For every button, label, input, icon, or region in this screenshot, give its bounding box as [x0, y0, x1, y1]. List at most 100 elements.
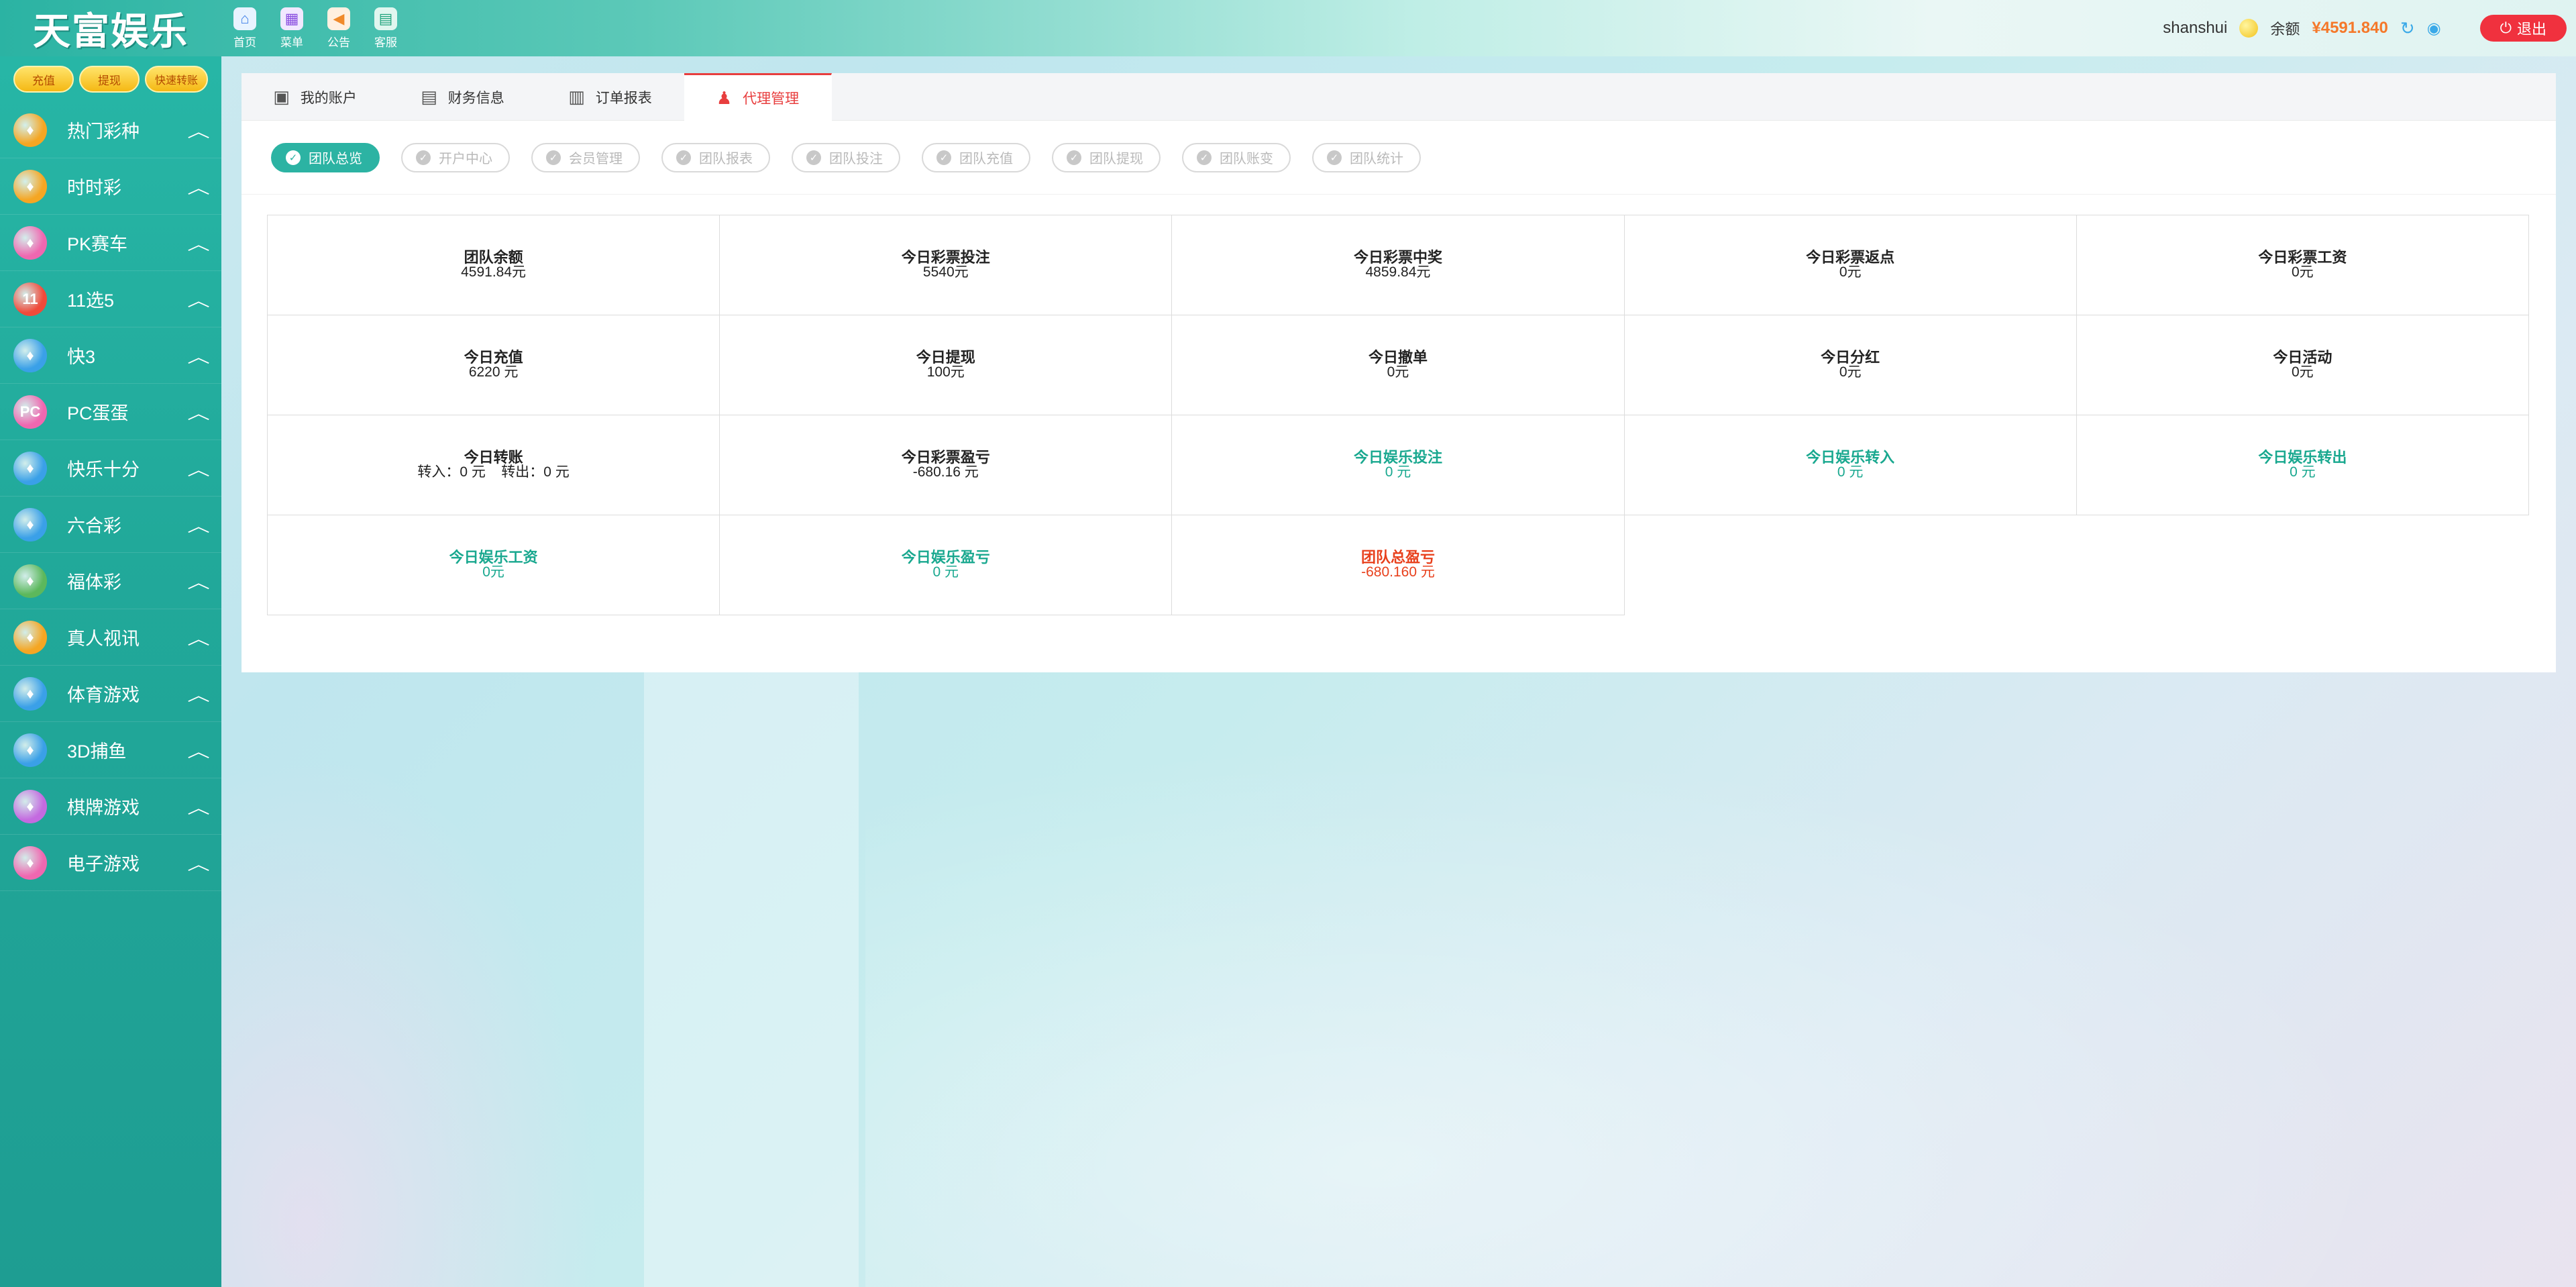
- subtab-6[interactable]: ✓ 团队提现: [1052, 142, 1161, 172]
- chevron-up-icon[interactable]: ︿: [187, 456, 210, 480]
- stat-title: 团队余额: [464, 249, 523, 266]
- sidebar-item-11[interactable]: ♦ 3D捕鱼 ︿: [0, 722, 221, 778]
- subtab-label: 团队充值: [959, 152, 1013, 166]
- document-icon: ▥: [568, 87, 585, 107]
- lottery-ball-icon: ♦: [13, 338, 47, 372]
- subtab-4[interactable]: ✓ 团队投注: [792, 142, 900, 172]
- subtab-label: 团队账变: [1220, 152, 1273, 166]
- sidebar-item-10[interactable]: ♦ 体育游戏 ︿: [0, 666, 221, 722]
- stat-cell: 今日彩票盈亏 -680.16 元: [719, 415, 1173, 515]
- stat-value: 0 元: [1837, 464, 1864, 480]
- chevron-up-icon[interactable]: ︿: [187, 400, 210, 423]
- subtab-2[interactable]: ✓ 会员管理: [531, 142, 640, 172]
- subtab-0[interactable]: ✓ 团队总览: [271, 142, 380, 172]
- sidebar-item-label: PK赛车: [67, 234, 128, 254]
- stat-title: 今日娱乐工资: [449, 549, 538, 566]
- sidebar-item-0[interactable]: ♦ 热门彩种 ︿: [0, 102, 221, 158]
- stat-value: 6220 元: [468, 364, 519, 380]
- tab-order-report[interactable]: ▥ 订单报表: [537, 73, 684, 121]
- check-icon: ✓: [676, 150, 691, 165]
- subtab-8[interactable]: ✓ 团队统计: [1312, 142, 1421, 172]
- sidebar-item-1[interactable]: ♦ 时时彩 ︿: [0, 158, 221, 215]
- stat-cell: 今日娱乐盈亏 0 元: [719, 515, 1173, 615]
- stat-title: 今日撤单: [1368, 349, 1428, 366]
- refresh-icon[interactable]: ↻: [2400, 18, 2415, 39]
- quick-actions: 充值 提现 快速转账: [0, 56, 221, 102]
- stats-row: 今日转账 转入：0 元 转出：0 元今日彩票盈亏 -680.16 元今日娱乐投注 0 …: [267, 415, 2532, 515]
- nav-notice-label: 公告: [327, 36, 350, 49]
- stat-cell: 今日彩票返点 0元: [1623, 215, 2077, 315]
- sidebar-item-8[interactable]: ♦ 福体彩 ︿: [0, 553, 221, 609]
- stat-title: 今日彩票工资: [2258, 249, 2347, 266]
- chevron-up-icon[interactable]: ︿: [187, 569, 210, 593]
- lottery-ball-icon: ♦: [13, 789, 47, 823]
- safe-icon: ▤: [421, 87, 437, 107]
- stat-title: 今日提现: [916, 349, 975, 366]
- site-logo[interactable]: 天富娱乐: [0, 0, 221, 56]
- stat-cell: 今日娱乐投注 0 元: [1171, 415, 1625, 515]
- sidebar-item-2[interactable]: ♦ PK赛车 ︿: [0, 215, 221, 271]
- home-icon: ⌂: [233, 7, 256, 30]
- subtab-3[interactable]: ✓ 团队报表: [661, 142, 770, 172]
- chevron-up-icon[interactable]: ︿: [187, 794, 210, 818]
- hide-balance-icon[interactable]: ◉: [2427, 19, 2441, 38]
- nav-service[interactable]: ▤ 客服: [369, 7, 402, 50]
- check-icon: ✓: [1197, 150, 1212, 165]
- balance-label: 余额: [2270, 21, 2300, 38]
- stat-cell: 今日提现 100元: [719, 315, 1173, 415]
- chevron-up-icon[interactable]: ︿: [187, 118, 210, 142]
- main-panel: ▣ 我的账户 ▤ 财务信息 ▥ 订单报表 ♟ 代理管理 ✓ 团队总览 ✓ 开户中心 ✓ 会…: [241, 73, 2556, 672]
- stat-value: 4591.84元: [461, 264, 527, 280]
- subtab-1[interactable]: ✓ 开户中心: [401, 142, 510, 172]
- subtab-5[interactable]: ✓ 团队充值: [922, 142, 1030, 172]
- logout-label: 退出: [2516, 21, 2546, 38]
- nav-menu-label: 菜单: [280, 36, 303, 49]
- sidebar-item-label: 真人视讯: [67, 629, 140, 649]
- sidebar-item-12[interactable]: ♦ 棋牌游戏 ︿: [0, 778, 221, 835]
- tab-agent-management[interactable]: ♟ 代理管理: [684, 73, 832, 121]
- stat-value: 0元: [1839, 264, 1862, 280]
- team-stats-grid: 团队余额 4591.84元 今日彩票投注 5540元 今日彩票中奖 4859.84元 今日彩…: [267, 215, 2532, 615]
- chevron-up-icon[interactable]: ︿: [187, 231, 210, 254]
- check-icon: ✓: [806, 150, 821, 165]
- sidebar-item-13[interactable]: ♦ 电子游戏 ︿: [0, 835, 221, 891]
- withdraw-button[interactable]: 提现: [79, 66, 140, 93]
- stat-title: 今日彩票盈亏: [901, 449, 990, 466]
- chevron-up-icon[interactable]: ︿: [187, 287, 210, 311]
- chevron-up-icon[interactable]: ︿: [187, 682, 210, 705]
- stat-cell: 今日转账 转入：0 元 转出：0 元: [267, 415, 720, 515]
- stat-title: 今日娱乐转入: [1806, 449, 1895, 466]
- stat-value: 0元: [482, 564, 504, 580]
- tab-finance[interactable]: ▤ 财务信息: [389, 73, 537, 121]
- sidebar-item-label: 11选5: [67, 291, 115, 311]
- chevron-up-icon[interactable]: ︿: [187, 513, 210, 536]
- sidebar-item-5[interactable]: PC PC蛋蛋 ︿: [0, 384, 221, 440]
- sidebar-item-4[interactable]: ♦ 快3 ︿: [0, 327, 221, 384]
- sidebar-item-6[interactable]: ♦ 快乐十分 ︿: [0, 440, 221, 497]
- nav-menu[interactable]: ▦ 菜单: [275, 7, 309, 50]
- stat-title: 今日分红: [1821, 349, 1880, 366]
- sidebar-item-3[interactable]: 11 11选5 ︿: [0, 271, 221, 327]
- nav-notice[interactable]: ◀ 公告: [322, 7, 356, 50]
- chevron-up-icon[interactable]: ︿: [187, 625, 210, 649]
- nav-home-label: 首页: [233, 36, 256, 49]
- sidebar-item-label: 快3: [67, 347, 96, 367]
- sidebar-item-9[interactable]: ♦ 真人视讯 ︿: [0, 609, 221, 666]
- chevron-up-icon[interactable]: ︿: [187, 851, 210, 874]
- deposit-button[interactable]: 充值: [13, 66, 74, 93]
- chevron-up-icon[interactable]: ︿: [187, 174, 210, 198]
- grid-icon: ▦: [280, 7, 303, 30]
- stat-cell: 今日彩票投注 5540元: [719, 215, 1173, 315]
- quick-transfer-button[interactable]: 快速转账: [145, 66, 208, 93]
- check-icon: ✓: [286, 150, 301, 165]
- stat-value: 0 元: [932, 564, 959, 580]
- lottery-ball-icon: ♦: [13, 507, 47, 542]
- nav-home[interactable]: ⌂ 首页: [228, 7, 262, 50]
- chevron-up-icon[interactable]: ︿: [187, 344, 210, 367]
- sidebar-item-7[interactable]: ♦ 六合彩 ︿: [0, 497, 221, 553]
- subtab-7[interactable]: ✓ 团队账变: [1182, 142, 1291, 172]
- top-nav: ⌂ 首页 ▦ 菜单 ◀ 公告 ▤ 客服: [228, 7, 402, 50]
- tab-my-account[interactable]: ▣ 我的账户: [241, 73, 389, 121]
- chevron-up-icon[interactable]: ︿: [187, 738, 210, 762]
- logout-button[interactable]: ⏻ 退出: [2479, 15, 2567, 42]
